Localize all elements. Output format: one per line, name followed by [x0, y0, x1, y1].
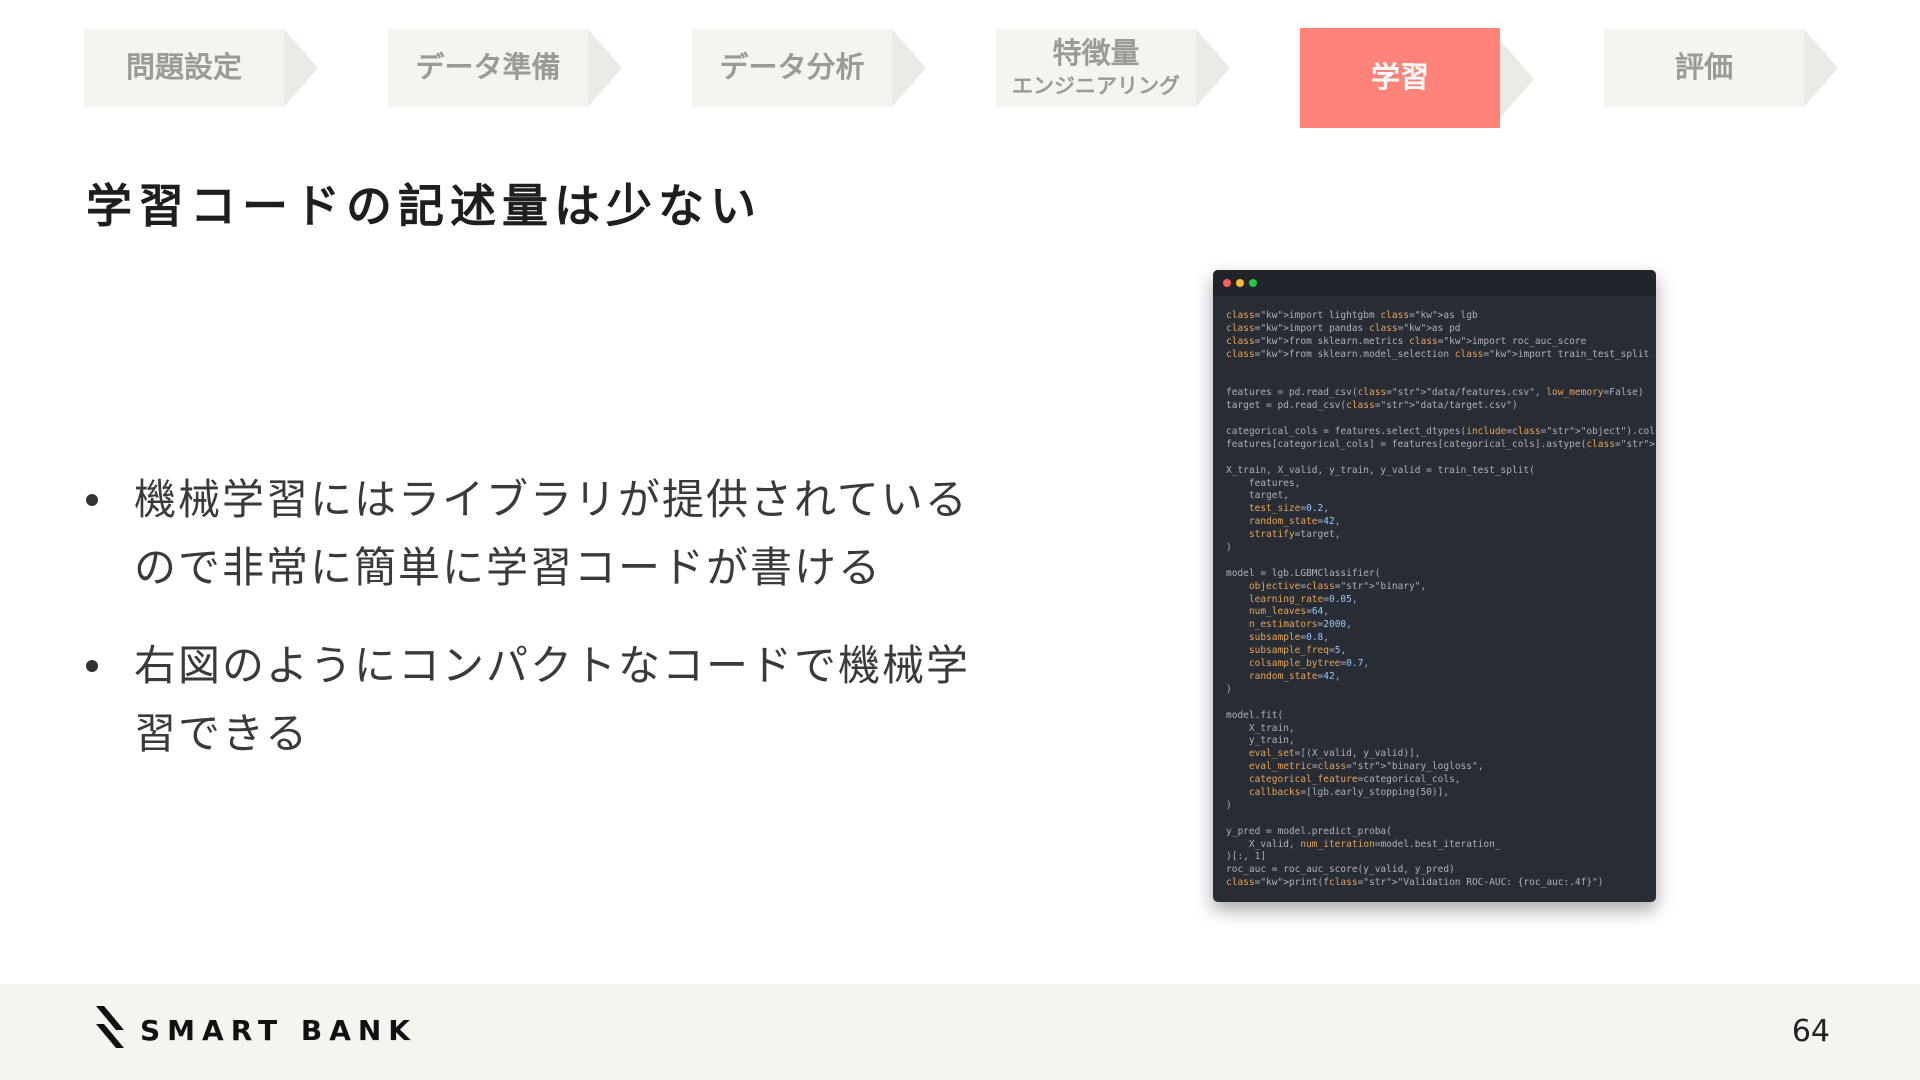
arrow-icon [1500, 40, 1534, 118]
slide-title: 学習コードの記述量は少ない [86, 179, 762, 233]
code-line: model.fit( [1226, 709, 1284, 721]
code-line: target, [1226, 490, 1289, 502]
code-line: features, [1226, 477, 1301, 489]
code-line: objective=class="str">"binary", [1248, 580, 1427, 592]
logo-text: SMART BANK [140, 1014, 417, 1047]
code-line: y_train, [1226, 735, 1295, 747]
step-data-analysis: データ分析 [692, 29, 892, 107]
step-evaluation: 評価 [1604, 29, 1804, 107]
bullet-line: ので非常に簡単に学習コードが書ける [134, 543, 883, 592]
code-line: target = pd.read_csv(class="str">"data/t… [1226, 400, 1518, 412]
bullet-line: 機械学習にはライブラリが提供されている [134, 475, 969, 524]
step-problem-setting: 問題設定 [84, 29, 284, 107]
code-line: colsample_bytree=0.7, [1248, 658, 1370, 670]
code-line: class="kw">import lightgbm class="kw">as… [1226, 310, 1478, 321]
code-line: categorical_feature=categorical_cols, [1248, 774, 1461, 786]
code-line: subsample_freq=5, [1248, 645, 1347, 657]
code-line: num_leaves=64, [1248, 606, 1330, 618]
footer: SMART BANK 64 [0, 984, 1920, 1080]
arrow-icon [1196, 29, 1230, 107]
code-line: class="kw">from sklearn.metrics class="k… [1226, 335, 1587, 347]
code-line: features = pd.read_csv(class="str">"data… [1226, 387, 1644, 399]
code-line: ) [1226, 683, 1232, 695]
code-line: categorical_cols = features.select_dtype… [1226, 426, 1656, 438]
code-line: class="kw">import pandas class="kw">as p… [1226, 322, 1461, 334]
step-label: データ準備 [415, 50, 561, 85]
code-line: roc_auc = roc_auc_score(y_valid, y_pred) [1226, 864, 1455, 876]
code-line: features[categorical_cols] = features[ca… [1226, 438, 1656, 450]
code-window-titlebar [1213, 270, 1656, 296]
code-line: subsample=0.8, [1248, 632, 1330, 644]
code-line: )[:, 1] [1226, 851, 1267, 863]
smartbank-logo-icon [96, 1006, 124, 1048]
code-line: callbacks=[lgb.early_stopping(50)], [1248, 786, 1450, 798]
code-line: eval_metric=class="str">"binary_logloss"… [1248, 761, 1484, 773]
bullet-item: 機械学習にはライブラリが提供されている ので非常に簡単に学習コードが書ける [86, 466, 1016, 602]
code-line: X_train, X_valid, y_train, y_valid = tra… [1226, 464, 1535, 476]
bullet-text: 機械学習にはライブラリが提供されている ので非常に簡単に学習コードが書ける [134, 466, 969, 602]
step-sublabel: エンジニアリング [1012, 74, 1180, 99]
code-line: stratify=target, [1248, 529, 1341, 541]
arrow-icon [1804, 29, 1838, 107]
page-number: 64 [1791, 1014, 1830, 1049]
step-data-preparation: データ準備 [388, 29, 588, 107]
code-body: class="kw">import lightgbm class="kw">as… [1213, 296, 1656, 890]
step-feature-engineering: 特徴量 エンジニアリング [996, 29, 1196, 107]
bullet-dot-icon [86, 494, 98, 506]
bullet-dot-icon [86, 660, 98, 672]
maximize-dot-icon [1249, 279, 1257, 287]
arrow-icon [284, 29, 318, 107]
bullet-list: 機械学習にはライブラリが提供されている ので非常に簡単に学習コードが書ける 右図… [86, 466, 1016, 798]
code-line: random_state=42, [1248, 670, 1341, 682]
code-line: n_estimators=2000, [1248, 619, 1352, 631]
code-line: X_train, [1226, 722, 1295, 734]
bullet-line: 右図のようにコンパクトなコードで機械学 [134, 641, 971, 690]
arrow-icon [588, 29, 622, 107]
arrow-icon [892, 29, 926, 107]
step-label: 問題設定 [125, 50, 242, 85]
step-label: 特徴量 [1052, 35, 1140, 70]
step-label: 学習 [1370, 60, 1429, 95]
step-label: 評価 [1674, 50, 1733, 85]
bullet-line: 習できる [134, 709, 310, 758]
code-window: class="kw">import lightgbm class="kw">as… [1213, 270, 1656, 902]
code-line: random_state=42, [1248, 516, 1341, 528]
code-line: ) [1226, 542, 1232, 554]
bullet-item: 右図のようにコンパクトなコードで機械学 習できる [86, 632, 1016, 768]
code-line: test_size=0.2, [1248, 503, 1330, 515]
code-line: y_pred = model.predict_proba( [1226, 825, 1392, 837]
step-label: データ分析 [719, 50, 865, 85]
code-line: eval_set=[(X_valid, y_valid)], [1248, 748, 1421, 760]
code-line: learning_rate=0.05, [1248, 593, 1358, 605]
bullet-text: 右図のようにコンパクトなコードで機械学 習できる [134, 632, 970, 768]
code-line: ) [1226, 799, 1232, 811]
close-dot-icon [1223, 279, 1231, 287]
step-training: 学習 [1300, 28, 1500, 128]
minimize-dot-icon [1236, 279, 1244, 287]
code-line: class="kw">print(fclass="str">"Validatio… [1226, 877, 1604, 889]
code-line: X_valid, num_iteration=model.best_iterat… [1226, 838, 1501, 850]
code-line: model = lgb.LGBMClassifier( [1226, 567, 1381, 579]
code-line: class="kw">from sklearn.model_selection … [1226, 348, 1650, 360]
